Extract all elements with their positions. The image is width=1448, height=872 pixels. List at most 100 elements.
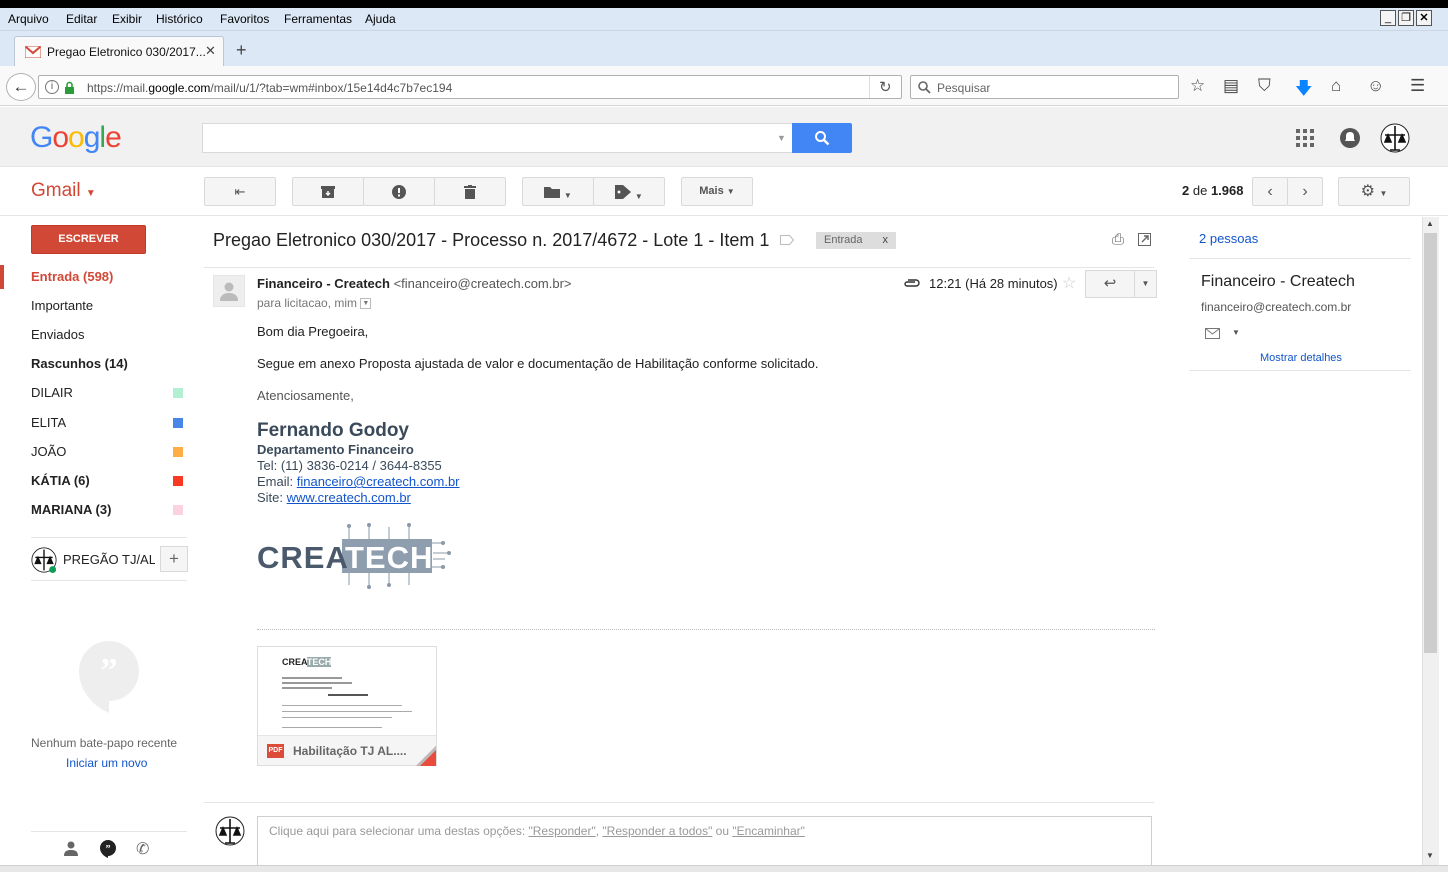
people-count-link[interactable]: 2 pessoas — [1199, 231, 1258, 246]
recipients-line[interactable]: para licitacao, mim ▼ — [257, 296, 372, 310]
preview-line — [328, 694, 368, 696]
reply-option-link[interactable]: "Responder" — [529, 824, 596, 838]
label-color-swatch[interactable] — [173, 505, 183, 515]
forward-option-link[interactable]: "Encaminhar" — [732, 824, 805, 838]
sidebar-item-7[interactable]: KÁTIA (6) — [0, 469, 200, 493]
pocket-icon[interactable]: ⛉ — [1258, 76, 1271, 96]
label-color-swatch[interactable] — [173, 447, 183, 457]
delete-button[interactable] — [434, 177, 506, 206]
more-actions-button[interactable]: ▼ — [1134, 270, 1157, 298]
menu-editar[interactable]: Editar — [66, 12, 97, 26]
start-new-chat-link[interactable]: Iniciar um novo — [66, 756, 147, 770]
sender-line[interactable]: Financeiro - Createch <financeiro@create… — [257, 276, 572, 291]
signature-email-link[interactable]: financeiro@createch.com.br — [297, 474, 460, 489]
recipient-details-icon[interactable]: ▼ — [360, 298, 372, 310]
label-color-swatch[interactable] — [173, 418, 183, 428]
contacts-person-icon[interactable] — [64, 841, 78, 856]
envelope-icon[interactable] — [1205, 328, 1220, 339]
label-chip-entrada[interactable]: Entrada x — [816, 232, 897, 249]
star-icon[interactable]: ☆ — [1062, 273, 1076, 293]
mail-search-input[interactable]: ▼ — [202, 123, 794, 153]
signature-site-link[interactable]: www.createch.com.br — [287, 490, 411, 505]
menu-arquivo[interactable]: Arquivo — [8, 12, 49, 26]
logo-tech-text: TECH — [345, 540, 434, 575]
show-details-link[interactable]: Mostrar detalhes — [1260, 352, 1342, 364]
contact-name[interactable]: Financeiro - Createch — [1201, 273, 1355, 291]
label-color-swatch[interactable] — [173, 476, 183, 486]
hangouts-user-name[interactable]: PREGÃO TJ/AL — [63, 552, 155, 567]
browser-search-box[interactable]: Pesquisar — [910, 75, 1179, 99]
menu-historico[interactable]: Histórico — [156, 12, 203, 26]
back-button[interactable]: ← — [6, 73, 36, 101]
notifications-bell-icon[interactable] — [1340, 128, 1360, 148]
contact-options-chevron-down-icon[interactable]: ▼ — [1232, 328, 1240, 337]
emoji-icon[interactable]: ☺ — [1367, 76, 1384, 96]
reading-list-icon[interactable]: ▤ — [1223, 76, 1239, 96]
print-icon[interactable]: ⎙ — [1112, 231, 1124, 248]
google-logo[interactable]: Google — [30, 121, 122, 155]
search-options-icon[interactable]: ▼ — [777, 133, 786, 143]
more-button[interactable]: Mais ▼ — [681, 177, 753, 206]
sender-avatar[interactable] — [213, 275, 245, 307]
labels-button[interactable]: ▼ — [593, 177, 665, 206]
archive-button[interactable] — [292, 177, 364, 206]
sidebar-item-3[interactable]: Rascunhos (14) — [0, 352, 200, 376]
reply-button[interactable]: ↩ — [1085, 270, 1135, 298]
reply-all-option-link[interactable]: "Responder a todos" — [602, 824, 712, 838]
gmail-label[interactable]: Gmail ▼ — [31, 180, 96, 202]
scrollbar-thumb[interactable] — [1424, 233, 1437, 653]
new-tab-button[interactable]: + — [236, 40, 247, 61]
sidebar-item-2[interactable]: Enviados — [0, 323, 200, 347]
sidebar-item-0[interactable]: Entrada (598) — [0, 265, 200, 289]
close-window-button[interactable]: ✕ — [1416, 10, 1432, 26]
browser-tab-active[interactable]: Pregao Eletronico 030/2017... ✕ — [14, 36, 224, 66]
home-icon[interactable]: ⌂ — [1331, 76, 1341, 96]
bookmark-star-icon[interactable]: ☆ — [1190, 76, 1205, 96]
add-chat-button[interactable]: + — [160, 546, 188, 572]
menu-ajuda[interactable]: Ajuda — [365, 12, 396, 26]
sidebar-item-1[interactable]: Importante — [0, 294, 200, 318]
search-icon — [918, 81, 931, 94]
restore-button[interactable]: ❐ — [1398, 10, 1414, 26]
phone-icon[interactable]: ✆ — [136, 839, 149, 859]
menu-ferramentas[interactable]: Ferramentas — [284, 12, 352, 26]
quick-reply-box[interactable]: Clique aqui para selecionar uma destas o… — [257, 816, 1152, 872]
preview-line — [282, 705, 402, 706]
menu-exibir[interactable]: Exibir — [112, 12, 142, 26]
url-bar[interactable]: i https://mail.google.com/mail/u/1/?tab=… — [38, 75, 902, 99]
preview-line — [282, 717, 392, 718]
scroll-down-icon[interactable]: ▼ — [1426, 851, 1434, 860]
importance-marker-icon[interactable] — [780, 235, 794, 245]
sidebar-item-label: MARIANA (3) — [31, 502, 112, 517]
compose-button[interactable]: ESCREVER — [31, 225, 146, 254]
attachment-card[interactable]: CREATECH PDF Habilitação TJ AL.... — [257, 646, 437, 766]
report-spam-button[interactable] — [363, 177, 435, 206]
back-to-inbox-button[interactable]: ⇤ — [204, 177, 276, 206]
reload-icon[interactable]: ↻ — [879, 78, 892, 96]
download-icon[interactable]: 🡇 — [1295, 76, 1312, 105]
minimize-button[interactable]: _ — [1380, 10, 1396, 26]
label-chip-remove-icon[interactable]: x — [883, 234, 889, 246]
older-button[interactable]: › — [1287, 177, 1323, 206]
apps-grid-icon[interactable] — [1296, 129, 1314, 147]
label-color-swatch[interactable] — [173, 388, 183, 398]
tab-close-icon[interactable]: ✕ — [205, 43, 216, 59]
settings-button[interactable]: ⚙ ▼ — [1338, 177, 1410, 206]
sidebar-item-6[interactable]: JOÃO — [0, 440, 200, 464]
newer-button[interactable]: ‹ — [1252, 177, 1288, 206]
menu-favoritos[interactable]: Favoritos — [220, 12, 269, 26]
hamburger-menu-icon[interactable]: ☰ — [1410, 76, 1425, 96]
sidebar-item-8[interactable]: MARIANA (3) — [0, 498, 200, 522]
preview-line — [282, 711, 412, 712]
sidebar-item-4[interactable]: DILAIR — [0, 381, 200, 405]
info-icon[interactable]: i — [45, 80, 59, 94]
move-to-button[interactable]: ▼ — [522, 177, 594, 206]
scroll-up-icon[interactable]: ▲ — [1426, 219, 1434, 228]
mail-search-button[interactable] — [792, 123, 852, 153]
account-avatar[interactable] — [1380, 123, 1410, 153]
open-new-window-icon[interactable] — [1138, 233, 1151, 246]
header-divider — [204, 267, 1154, 268]
sidebar-item-5[interactable]: ELITA — [0, 411, 200, 435]
hangouts-chat-icon[interactable]: ” — [100, 840, 116, 858]
hangouts-avatar[interactable] — [31, 547, 57, 573]
